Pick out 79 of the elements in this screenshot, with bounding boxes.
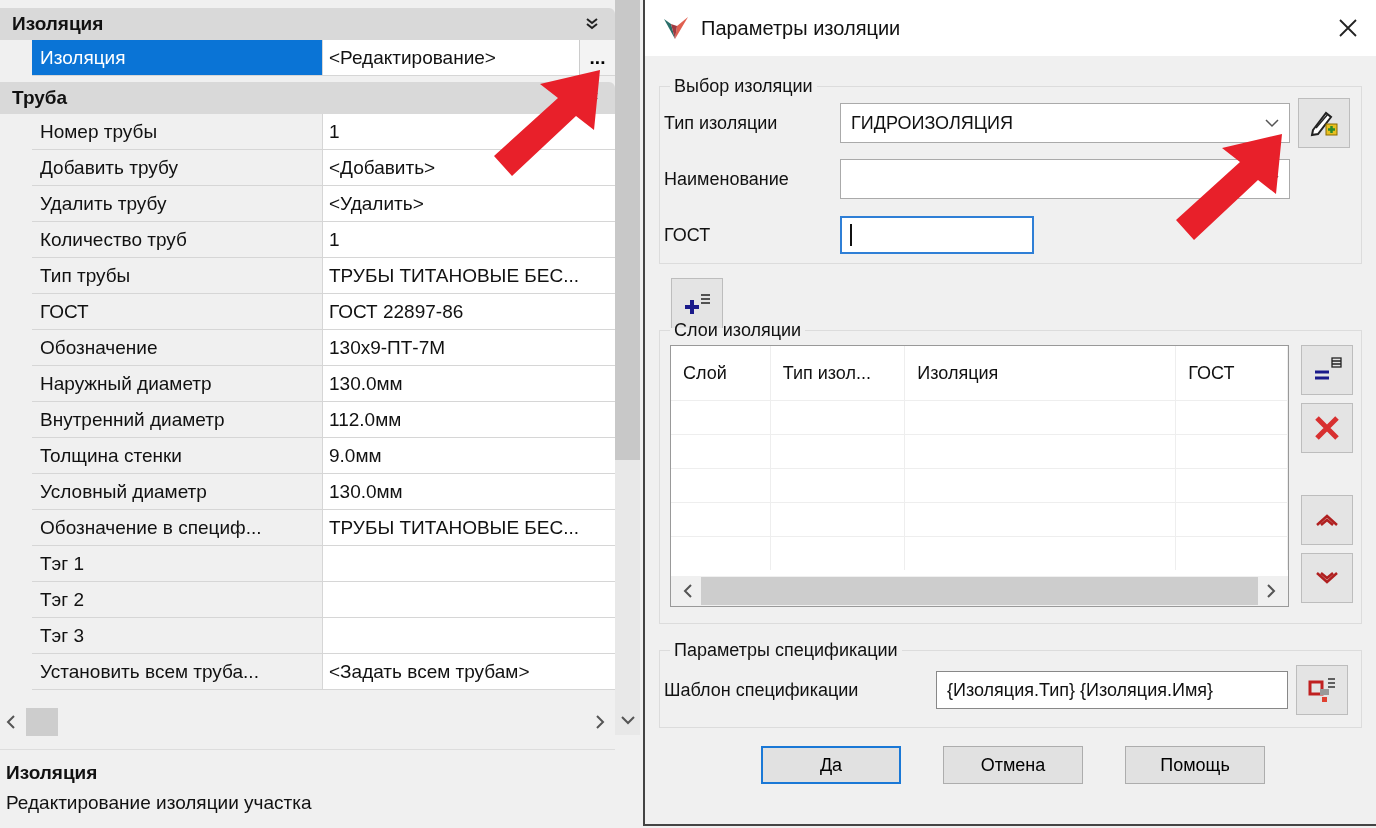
move-up-button[interactable] — [1301, 495, 1353, 545]
column-header[interactable]: Слой — [671, 346, 771, 400]
property-value-text: 130x9-ПТ-7М — [329, 336, 446, 359]
property-value-text: 130.0мм — [329, 372, 403, 395]
property-value-text: 1 — [329, 228, 340, 251]
property-value-text: <Задать всем трубам> — [329, 660, 530, 683]
category-title: Изоляция — [12, 13, 104, 35]
field-label: Тип изоляции — [664, 112, 779, 134]
property-value[interactable]: <Удалить> — [323, 186, 615, 221]
property-value-text: 1 — [329, 120, 340, 143]
property-value[interactable]: 130.0мм — [323, 474, 615, 509]
dialog-button[interactable]: Да — [761, 746, 901, 784]
app-logo-icon — [663, 16, 689, 40]
vertical-scrollbar[interactable] — [615, 0, 640, 735]
field-label: ГОСТ — [664, 224, 712, 246]
dropdown-chevron-icon[interactable] — [1265, 118, 1279, 128]
property-value-text: 130.0мм — [329, 480, 403, 503]
property-value[interactable]: 130.0мм — [323, 366, 615, 401]
property-value[interactable]: <Задать всем трубам> — [323, 654, 615, 689]
input-field[interactable]: {Изоляция.Тип} {Изоляция.Имя} — [936, 671, 1288, 709]
field-label: Шаблон спецификации — [664, 679, 860, 701]
close-icon[interactable] — [1338, 18, 1358, 38]
group-title: Параметры спецификации — [673, 640, 899, 661]
browse-button[interactable]: ... — [579, 40, 615, 75]
scroll-right-icon[interactable] — [1266, 584, 1276, 598]
property-value-text: <Редактирование> — [329, 46, 496, 69]
category-header[interactable]: Изоляция — [0, 8, 615, 40]
field-label: Наименование — [664, 168, 790, 190]
input-field[interactable] — [840, 216, 1034, 254]
delete-button[interactable] — [1301, 403, 1353, 453]
delete-icon — [1314, 415, 1340, 441]
property-value[interactable]: <Редактирование> ... — [323, 40, 615, 75]
property-value-text: 112.0мм — [329, 408, 402, 431]
dialog-title: Параметры изоляции — [701, 16, 902, 40]
property-value[interactable]: ТРУБЫ ТИТАНОВЫЕ БЕС... — [323, 258, 615, 293]
description-text: Редактирование изоляции участка — [6, 792, 313, 814]
property-value[interactable]: 1 — [323, 222, 615, 257]
property-value[interactable]: 130x9-ПТ-7М — [323, 330, 615, 365]
property-name[interactable]: Изоляция — [32, 40, 323, 75]
template-button[interactable] — [1296, 665, 1348, 715]
column-header[interactable]: ГОСТ — [1176, 346, 1288, 400]
edit-button[interactable] — [1298, 98, 1350, 148]
horizontal-scrollbar[interactable] — [671, 576, 1288, 606]
group-title: Выбор изоляции — [673, 76, 814, 97]
add-list-icon — [682, 291, 712, 316]
double-chevron-down-icon — [1315, 571, 1339, 585]
property-value-text: ТРУБЫ ТИТАНОВЫЕ БЕС... — [329, 264, 580, 287]
scrollbar-thumb[interactable] — [26, 708, 58, 736]
column-header[interactable]: Тип изол... — [770, 346, 906, 400]
property-value-text: <Удалить> — [329, 192, 424, 215]
dropdown-field[interactable] — [840, 159, 1290, 199]
property-value[interactable]: 9.0мм — [323, 438, 615, 473]
property-value[interactable]: ТРУБЫ ТИТАНОВЫЕ БЕС... — [323, 510, 615, 545]
dialog-button[interactable]: Помощь — [1125, 746, 1265, 784]
column-header[interactable]: Изоляция — [905, 346, 1177, 400]
property-value[interactable]: <Добавить> — [323, 150, 615, 185]
scroll-left-icon[interactable] — [6, 715, 16, 729]
scrollbar-thumb[interactable] — [615, 0, 640, 460]
property-value[interactable]: 112.0мм — [323, 402, 615, 437]
scroll-left-icon[interactable] — [683, 584, 693, 598]
double-chevron-up-icon — [1315, 513, 1339, 527]
scroll-right-icon[interactable] — [595, 715, 605, 729]
description-title: Изоляция — [6, 762, 99, 784]
property-value-text: ГОСТ 22897-86 — [329, 300, 464, 323]
dropdown-field[interactable]: ГИДРОИЗОЛЯЦИЯ — [840, 103, 1290, 143]
scroll-down-icon[interactable] — [620, 715, 635, 725]
property-value-text: 9.0мм — [329, 444, 382, 467]
dialog-button[interactable]: Отмена — [943, 746, 1083, 784]
category-header[interactable]: Труба — [0, 82, 615, 114]
property-value[interactable]: ГОСТ 22897-86 — [323, 294, 615, 329]
template-icon — [1307, 676, 1337, 704]
scrollbar-thumb[interactable] — [701, 577, 1258, 605]
category-title: Труба — [12, 87, 68, 109]
group-title: Слои изоляции — [673, 320, 803, 341]
collapse-chevron-icon[interactable] — [585, 17, 599, 31]
insert-layer-button[interactable] — [1301, 345, 1353, 395]
property-value-text: ТРУБЫ ТИТАНОВЫЕ БЕС... — [329, 516, 580, 539]
property-value-text: <Добавить> — [329, 156, 436, 179]
move-down-button[interactable] — [1301, 553, 1353, 603]
